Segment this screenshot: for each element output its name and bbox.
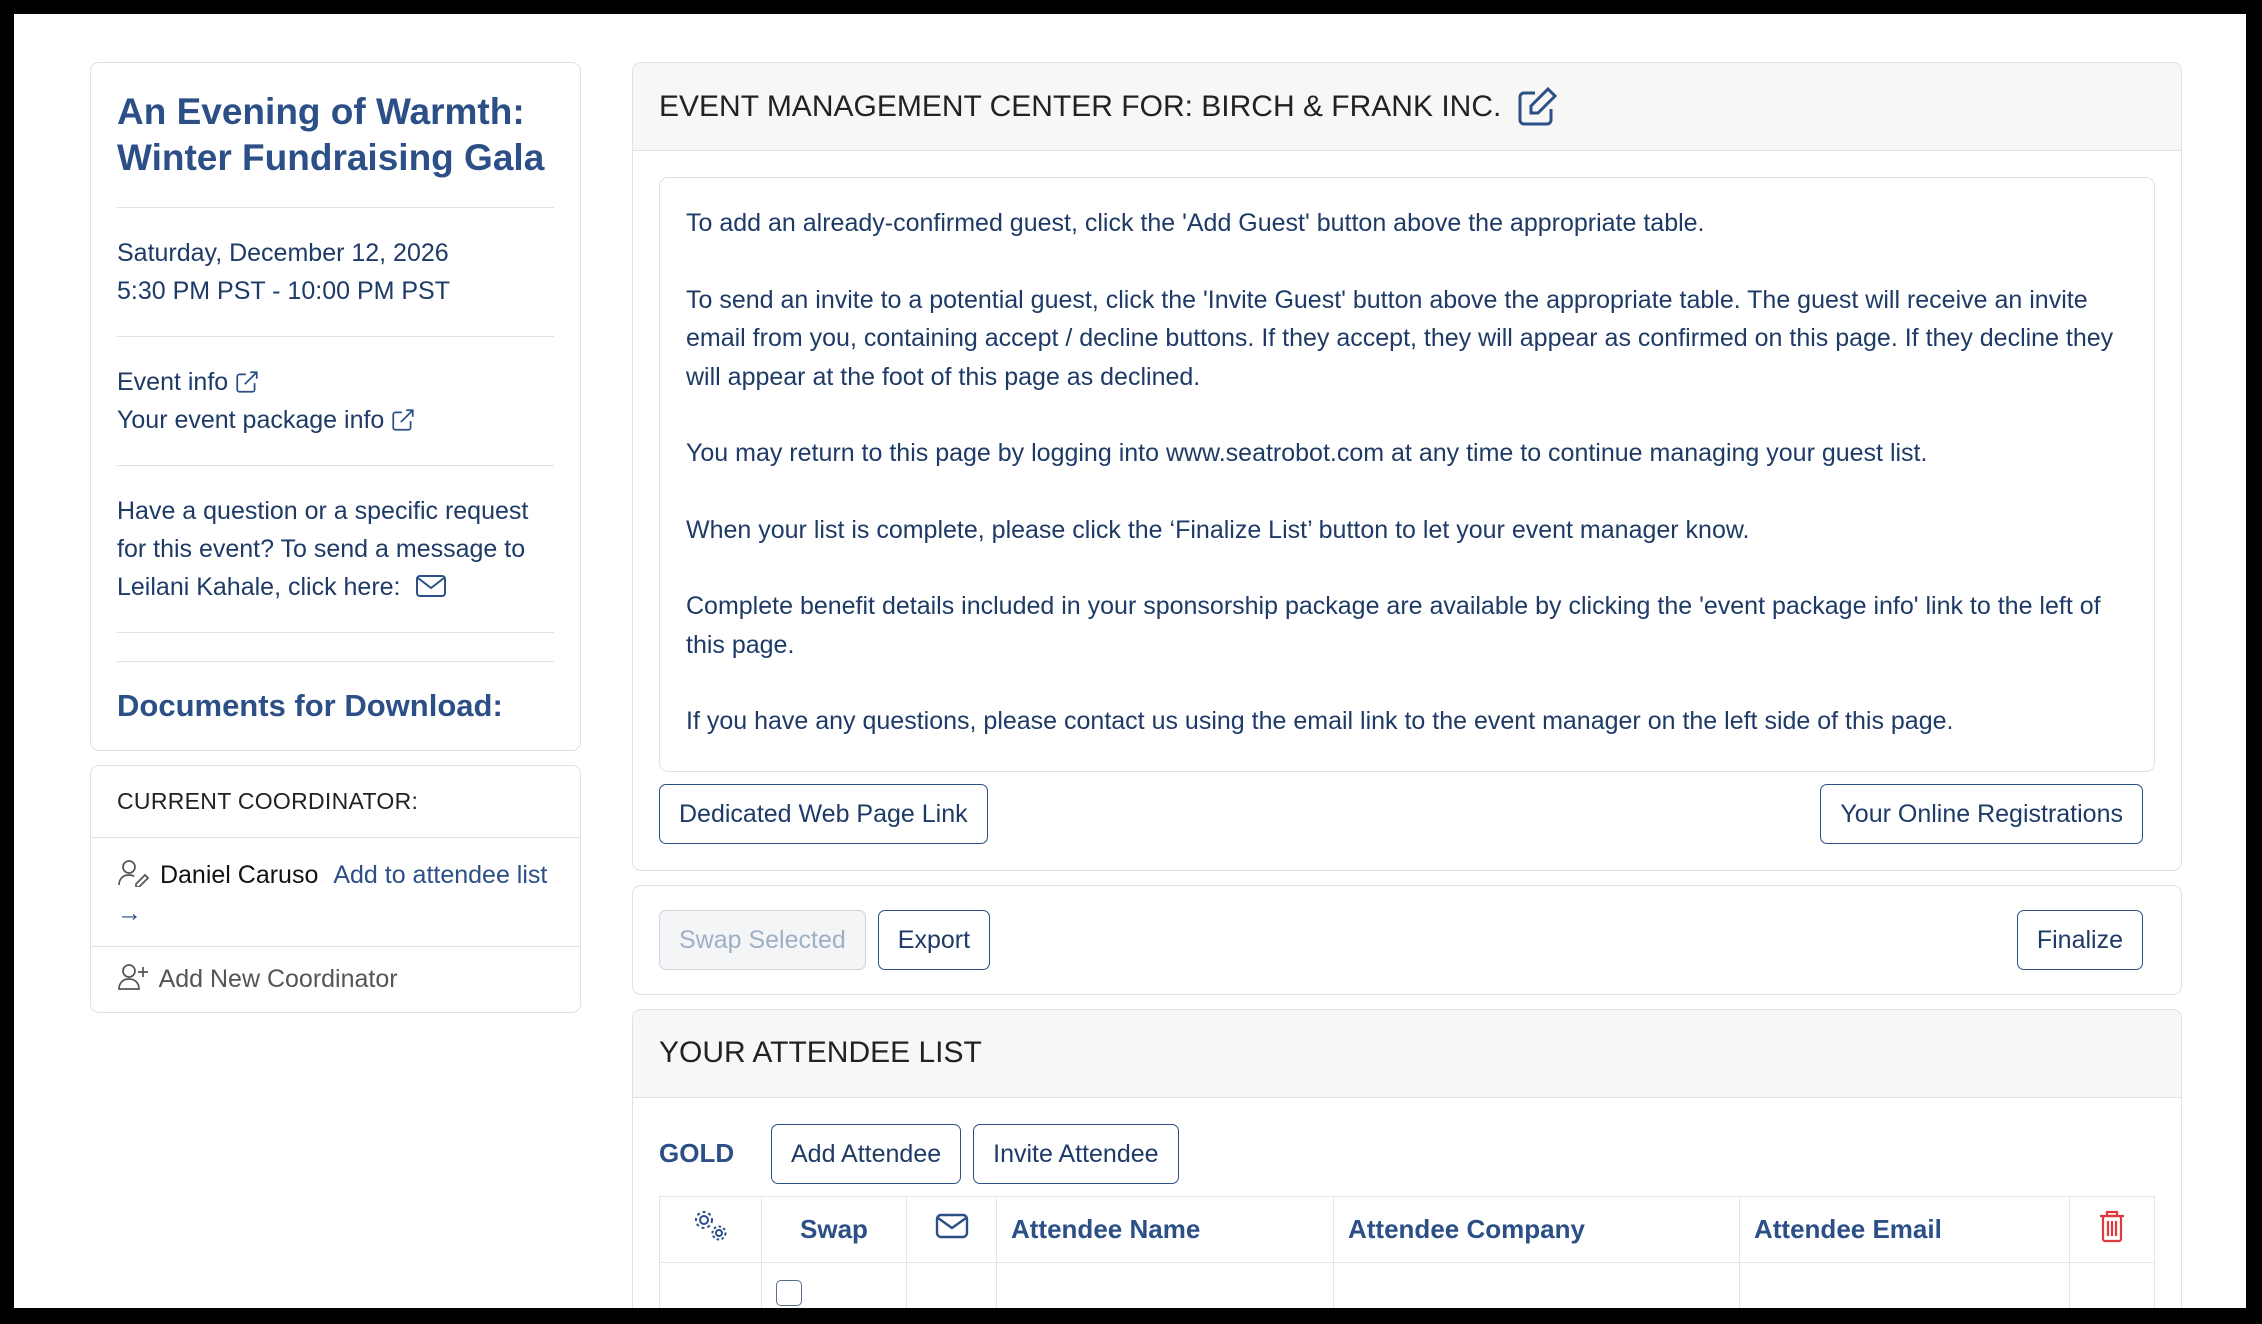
trash-icon[interactable]	[2098, 1209, 2126, 1243]
event-card: An Evening of Warmth: Winter Fundraising…	[90, 62, 581, 751]
external-link-icon	[236, 371, 258, 393]
instruction-paragraph: When your list is complete, please click…	[686, 515, 1750, 544]
page-frame: An Evening of Warmth: Winter Fundraising…	[14, 14, 2246, 1308]
invite-attendee-button[interactable]: Invite Attendee	[973, 1123, 1179, 1184]
instruction-paragraph: Complete benefit details included in you…	[686, 592, 2101, 659]
table-cell	[996, 1261, 1334, 1308]
add-new-coordinator-label: Add New Coordinator	[158, 965, 398, 993]
swap-column-header: Swap	[761, 1195, 907, 1263]
swap-checkbox[interactable]	[776, 1279, 802, 1306]
coordinator-card: CURRENT COORDINATOR: Daniel Caruso Add t…	[90, 765, 581, 1013]
add-new-coordinator[interactable]: Add New Coordinator	[91, 947, 580, 1012]
tier-toolbar: GOLD Add Attendee Invite Attendee	[633, 1098, 2181, 1196]
event-links: Event info Your event package info	[117, 337, 554, 466]
event-title: An Evening of Warmth: Winter Fundraising…	[117, 89, 554, 208]
management-body: To add an already-confirmed guest, click…	[633, 151, 2181, 798]
dedicated-web-page-button[interactable]: Dedicated Web Page Link	[659, 783, 988, 844]
instruction-paragraph: If you have any questions, please contac…	[686, 707, 1954, 735]
finalize-button[interactable]: Finalize	[2016, 909, 2143, 970]
management-title: EVENT MANAGEMENT CENTER FOR: BIRCH & FRA…	[659, 89, 1502, 123]
table-cell	[1333, 1261, 1740, 1308]
instruction-paragraph: You may return to this page by logging i…	[686, 439, 1928, 467]
attendee-header: YOUR ATTENDEE LIST	[633, 1009, 2181, 1098]
instructions-box: To add an already-confirmed guest, click…	[659, 177, 2155, 772]
main-content: EVENT MANAGEMENT CENTER FOR: BIRCH & FRA…	[632, 62, 2182, 1308]
management-header: EVENT MANAGEMENT CENTER FOR: BIRCH & FRA…	[633, 63, 2181, 151]
add-attendee-button[interactable]: Add Attendee	[771, 1123, 962, 1184]
actions-panel: Swap Selected Export Finalize	[632, 884, 2182, 995]
attendee-list-title: YOUR ATTENDEE LIST	[659, 1036, 982, 1069]
contact-question: Have a question or a specific request fo…	[117, 466, 554, 633]
table-cell	[761, 1261, 907, 1308]
user-edit-icon	[118, 860, 150, 888]
company-column-header[interactable]: Attendee Company	[1333, 1195, 1740, 1263]
table-cell	[1739, 1261, 2070, 1308]
sidebar: An Evening of Warmth: Winter Fundraising…	[90, 62, 581, 1013]
edit-icon[interactable]	[1515, 85, 1559, 129]
documents-title: Documents for Download:	[117, 661, 554, 724]
management-panel: EVENT MANAGEMENT CENTER FOR: BIRCH & FRA…	[632, 62, 2182, 871]
external-link-icon	[392, 409, 414, 431]
attendee-table: Swap Attendee Name Attendee Company Atte…	[659, 1195, 2155, 1308]
instruction-paragraph: To send an invite to a potential guest, …	[686, 285, 2114, 391]
event-date: Saturday, December 12, 2026	[117, 239, 449, 267]
export-button[interactable]: Export	[877, 909, 991, 970]
delete-column-header	[2069, 1195, 2155, 1263]
event-info-label: Event info	[117, 368, 229, 396]
table-cell	[659, 1261, 762, 1308]
attendee-panel: YOUR ATTENDEE LIST GOLD Add Attendee Inv…	[632, 1008, 2182, 1308]
coordinator-heading: CURRENT COORDINATOR:	[91, 766, 580, 838]
coordinator-row: Daniel Caruso Add to attendee list →	[91, 838, 580, 947]
email-address-column-header[interactable]: Attendee Email	[1739, 1195, 2070, 1263]
gears-icon[interactable]	[690, 1208, 732, 1244]
table-cell	[906, 1261, 997, 1308]
settings-column-header	[659, 1195, 762, 1263]
link-buttons-row: Dedicated Web Page Link Your Online Regi…	[633, 783, 2181, 870]
event-datetime: Saturday, December 12, 2026 5:30 PM PST …	[117, 208, 554, 337]
user-plus-icon	[118, 964, 148, 990]
email-column-header	[906, 1195, 997, 1263]
envelope-icon	[935, 1213, 968, 1238]
event-time: 5:30 PM PST - 10:00 PM PST	[117, 277, 451, 305]
tier-label: GOLD	[659, 1138, 735, 1168]
table-header-row: Swap Attendee Name Attendee Company Atte…	[659, 1195, 2155, 1263]
online-registrations-button[interactable]: Your Online Registrations	[1820, 783, 2143, 844]
package-info-label: Your event package info	[117, 406, 385, 434]
event-info-link[interactable]: Event info	[117, 363, 260, 401]
contact-question-text: Have a question or a specific request fo…	[117, 497, 529, 601]
table-cell	[2069, 1261, 2155, 1308]
table-row	[659, 1261, 2155, 1308]
name-column-header[interactable]: Attendee Name	[996, 1195, 1334, 1263]
swap-selected-button[interactable]: Swap Selected	[659, 909, 866, 970]
envelope-icon[interactable]	[415, 574, 447, 598]
coordinator-name: Daniel Caruso	[159, 861, 319, 889]
package-info-link[interactable]: Your event package info	[117, 401, 416, 439]
instruction-paragraph: To add an already-confirmed guest, click…	[686, 209, 1705, 237]
